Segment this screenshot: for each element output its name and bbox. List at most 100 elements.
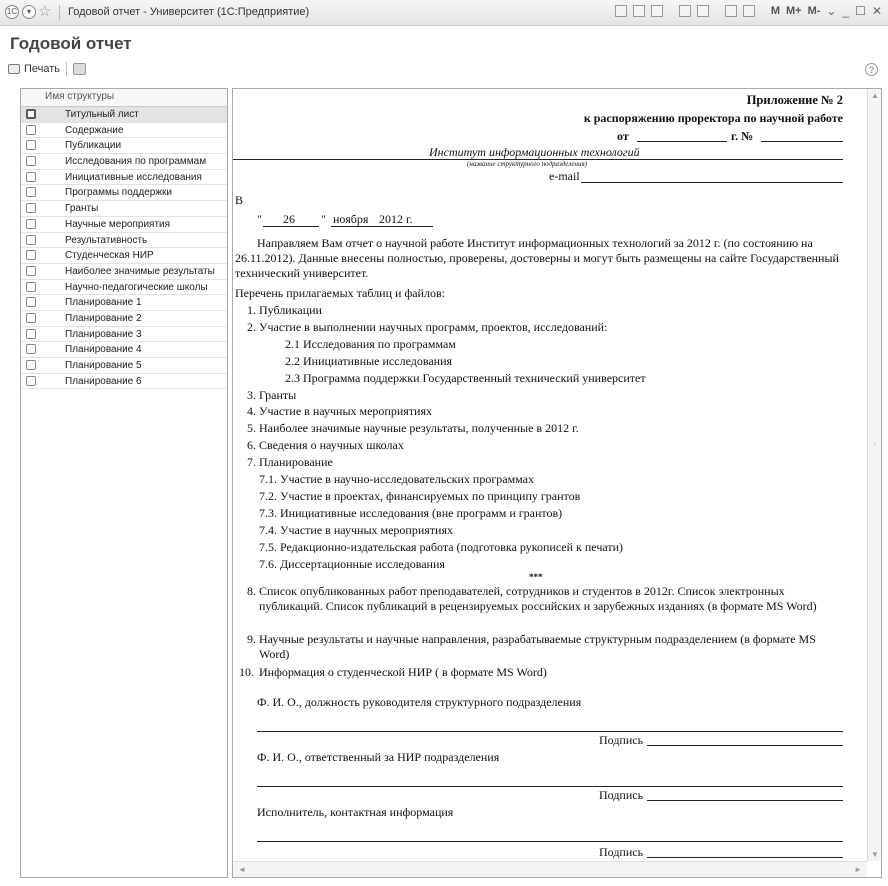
structure-list-item[interactable]: Программы поддержки: [21, 185, 227, 202]
executor-label: Исполнитель, контактная информация: [257, 805, 454, 819]
attachments-title: Перечень прилагаемых таблиц и файлов:: [235, 286, 445, 300]
attachment-item-number: 6.: [247, 438, 256, 453]
attachment-item-number: 2.: [247, 319, 256, 334]
structure-list-item[interactable]: Студенческая НИР: [21, 248, 227, 264]
vertical-scrollbar[interactable]: ▲ › ▼: [867, 89, 881, 861]
executor-signature-line: [647, 857, 843, 858]
intro-paragraph: Направляем Вам отчет о научной работе Ин…: [235, 236, 839, 280]
maximize-icon[interactable]: ☐: [855, 4, 866, 18]
from-label: от: [617, 129, 629, 143]
memory-subtract-button[interactable]: M-: [808, 5, 821, 17]
structure-list-item[interactable]: Инициативные исследования: [21, 170, 227, 186]
head-signature-line: [647, 745, 843, 746]
dropdown-icon[interactable]: ⌄: [826, 4, 836, 18]
item-checkbox[interactable]: [26, 265, 36, 276]
item-checkbox[interactable]: [26, 360, 36, 370]
printer-icon: [8, 64, 20, 74]
minimize-icon[interactable]: _: [842, 4, 849, 18]
item-checkbox[interactable]: [26, 203, 36, 214]
item-checkbox[interactable]: [26, 250, 36, 261]
item-8-text: Список опубликованных работ преподавател…: [259, 584, 817, 613]
item-10-number: 10.: [239, 665, 254, 679]
print-button[interactable]: Печать: [24, 63, 60, 75]
scroll-down-icon[interactable]: ▼: [868, 850, 881, 859]
preview-icon[interactable]: [650, 5, 663, 17]
attachment-item-text: Наиболее значимые научные результаты, по…: [259, 421, 579, 436]
item-checkbox[interactable]: [26, 281, 36, 292]
item-checkbox[interactable]: [26, 187, 36, 198]
print-preview-icon[interactable]: [73, 63, 87, 75]
attachment-item-number: 1.: [247, 303, 256, 317]
structure-list-item[interactable]: Гранты: [21, 201, 227, 217]
item-checkbox[interactable]: [26, 171, 36, 182]
structure-list-item[interactable]: Планирование 5: [21, 358, 227, 374]
email-label: e-mail: [549, 169, 580, 183]
structure-list-item[interactable]: Планирование 1: [21, 295, 227, 311]
item-checkbox[interactable]: [26, 124, 36, 135]
item-checkbox[interactable]: [26, 140, 36, 151]
structure-list-item[interactable]: Планирование 3: [21, 327, 227, 343]
item-8-number: 8.: [247, 584, 256, 598]
page-title: Годовой отчет: [10, 34, 132, 53]
responsible-name-line: [257, 786, 843, 787]
recipient-label: В: [235, 193, 244, 207]
help-button[interactable]: ?: [865, 63, 878, 76]
favorites-icon[interactable]: [678, 5, 691, 17]
scroll-right-icon[interactable]: ►: [851, 865, 865, 874]
calculator-icon[interactable]: [724, 5, 737, 17]
scroll-left-icon[interactable]: ◄: [235, 865, 249, 874]
item-checkbox[interactable]: [26, 156, 36, 167]
structure-list-item[interactable]: Наиболее значимые результаты: [21, 264, 227, 280]
scroll-grip-icon[interactable]: ›: [868, 439, 881, 448]
close-icon[interactable]: ✕: [872, 4, 882, 18]
structure-list-item[interactable]: Исследования по программам: [21, 154, 227, 170]
attachment-item-text: Планирование: [259, 455, 333, 470]
attachment-item-text: Участие в научных мероприятиях: [259, 404, 432, 419]
date-quote-close: ": [321, 212, 326, 226]
structure-list-item[interactable]: Публикации: [21, 138, 227, 155]
item-checkbox[interactable]: [26, 375, 36, 386]
item-checkbox[interactable]: [26, 344, 36, 355]
attachment-item-text: 7.6. Диссертационные исследования: [259, 556, 445, 571]
date-month: ноября: [333, 212, 369, 226]
favorite-star-icon[interactable]: ☆: [38, 3, 51, 21]
titlebar-tools: M M+ M- ⌄ _ ☐ ✕: [614, 4, 882, 18]
item-checkbox[interactable]: [26, 297, 36, 308]
memory-add-button[interactable]: M+: [786, 5, 802, 17]
structure-list-item[interactable]: Научно-педагогические школы: [21, 280, 227, 296]
structure-item-label: Студенческая НИР: [65, 250, 154, 262]
scroll-h-grip-icon[interactable]: ·: [543, 865, 557, 874]
link-icon[interactable]: [696, 5, 709, 17]
horizontal-scrollbar[interactable]: ◄ · ►: [233, 861, 867, 877]
structure-list-item[interactable]: Содержание: [21, 123, 227, 139]
app-menu-icon[interactable]: 1С: [5, 5, 19, 19]
year-number-label: г. №: [731, 129, 754, 143]
structure-list-item[interactable]: Титульный лист: [21, 107, 227, 123]
item-checkbox[interactable]: [26, 234, 36, 245]
executor-info-line: [257, 841, 843, 842]
structure-list-item[interactable]: Результативность: [21, 233, 227, 249]
attachment-item-text: 2.1 Исследования по программам: [285, 336, 456, 351]
structure-item-label: Гранты: [65, 203, 99, 215]
window-title: Годовой отчет - Университет (1С:Предприя…: [68, 6, 310, 18]
item-checkbox[interactable]: [26, 109, 36, 119]
executor-signature-label: Подпись: [599, 845, 644, 859]
item-checkbox[interactable]: [26, 328, 36, 339]
structure-list-item[interactable]: Планирование 6: [21, 374, 227, 390]
memory-store-button[interactable]: M: [771, 5, 780, 17]
structure-list-item[interactable]: Научные мероприятия: [21, 217, 227, 233]
attachment-item-text: 7.3. Инициативные исследования (вне прог…: [259, 505, 563, 520]
document-view[interactable]: Приложение № 2 к распоряжению проректора…: [232, 88, 882, 878]
save-icon[interactable]: [614, 5, 627, 17]
structure-list-item[interactable]: Планирование 4: [21, 342, 227, 358]
attachment-item-text: Сведения о научных школах: [259, 438, 404, 453]
item-checkbox[interactable]: [26, 218, 36, 229]
structure-list-item[interactable]: Планирование 2: [21, 311, 227, 327]
item-checkbox[interactable]: [26, 312, 36, 323]
menu-dropdown-icon[interactable]: ▾: [22, 5, 36, 19]
print-icon[interactable]: [632, 5, 645, 17]
scroll-up-icon[interactable]: ▲: [868, 91, 881, 100]
window-titlebar: 1С ▾ ☆ Годовой отчет - Университет (1С:П…: [0, 0, 888, 26]
toolbar-separator: [66, 62, 68, 76]
calendar-icon[interactable]: [742, 5, 755, 17]
